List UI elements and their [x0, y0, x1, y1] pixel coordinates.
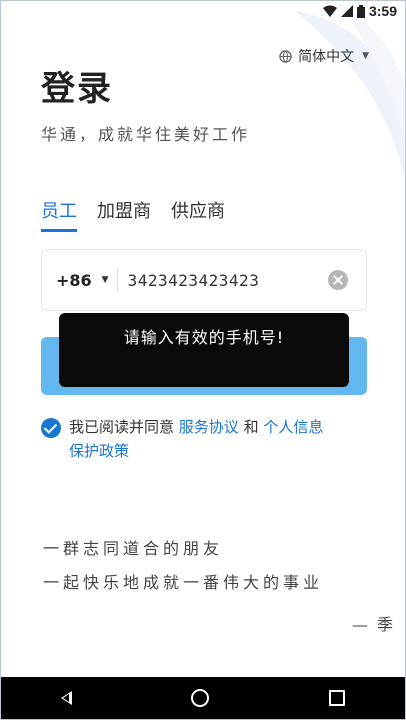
quote-line-1: 一群志同道合的朋友 — [43, 539, 224, 558]
battery-icon — [356, 4, 365, 18]
quote-attribution: — 季 — [351, 615, 395, 634]
country-code-selector[interactable]: +86 ▼ — [42, 271, 109, 290]
privacy-policy-link-cont[interactable]: 保护政策 — [69, 442, 129, 460]
language-selector[interactable]: 简体中文 ▼ — [279, 46, 369, 66]
globe-icon — [279, 49, 292, 63]
clear-icon[interactable] — [328, 270, 348, 290]
recent-apps-icon[interactable] — [329, 690, 346, 706]
login-screen: 3:59 简体中文 ▼ 登录 华通，成就华住美好工作 员工 加盟商 供应商 +8… — [0, 0, 406, 720]
language-label: 简体中文 — [298, 49, 355, 65]
home-icon[interactable] — [191, 689, 210, 707]
wifi-icon — [322, 5, 337, 17]
field-divider — [116, 269, 118, 291]
tab-franchisee[interactable]: 加盟商 — [97, 197, 151, 232]
agreement-conjunction: 和 — [243, 418, 259, 436]
country-code-label: +86 — [56, 270, 92, 290]
checkbox-checked-icon[interactable] — [41, 418, 61, 438]
page-title: 登录 — [41, 69, 113, 109]
background-swoosh — [295, 1, 405, 181]
status-bar: 3:59 — [1, 1, 405, 23]
phone-field: +86 ▼ — [41, 249, 367, 311]
tab-supplier[interactable]: 供应商 — [171, 197, 225, 232]
status-time: 3:59 — [368, 3, 397, 19]
tab-employee[interactable]: 员工 — [41, 197, 77, 232]
service-agreement-link[interactable]: 服务协议 — [179, 418, 239, 436]
phone-input[interactable] — [125, 269, 318, 291]
caret-down-icon: ▼ — [101, 275, 109, 285]
toast-message: 请输入有效的手机号! — [59, 313, 349, 387]
page-subtitle: 华通，成就华住美好工作 — [41, 125, 251, 144]
agreement: 我已阅读并同意 服务协议 和 个人信息 保护政策 — [41, 415, 371, 463]
caret-down-icon: ▼ — [362, 51, 369, 61]
privacy-policy-link[interactable]: 个人信息 — [263, 418, 323, 436]
quote-line-2: 一起快乐地成就一番伟大的事业 — [43, 573, 324, 592]
agreement-prefix: 我已阅读并同意 — [69, 418, 175, 436]
system-nav-bar — [1, 677, 405, 719]
back-icon[interactable] — [60, 691, 72, 705]
signal-icon — [340, 5, 353, 17]
user-type-tabs: 员工 加盟商 供应商 — [41, 197, 225, 232]
